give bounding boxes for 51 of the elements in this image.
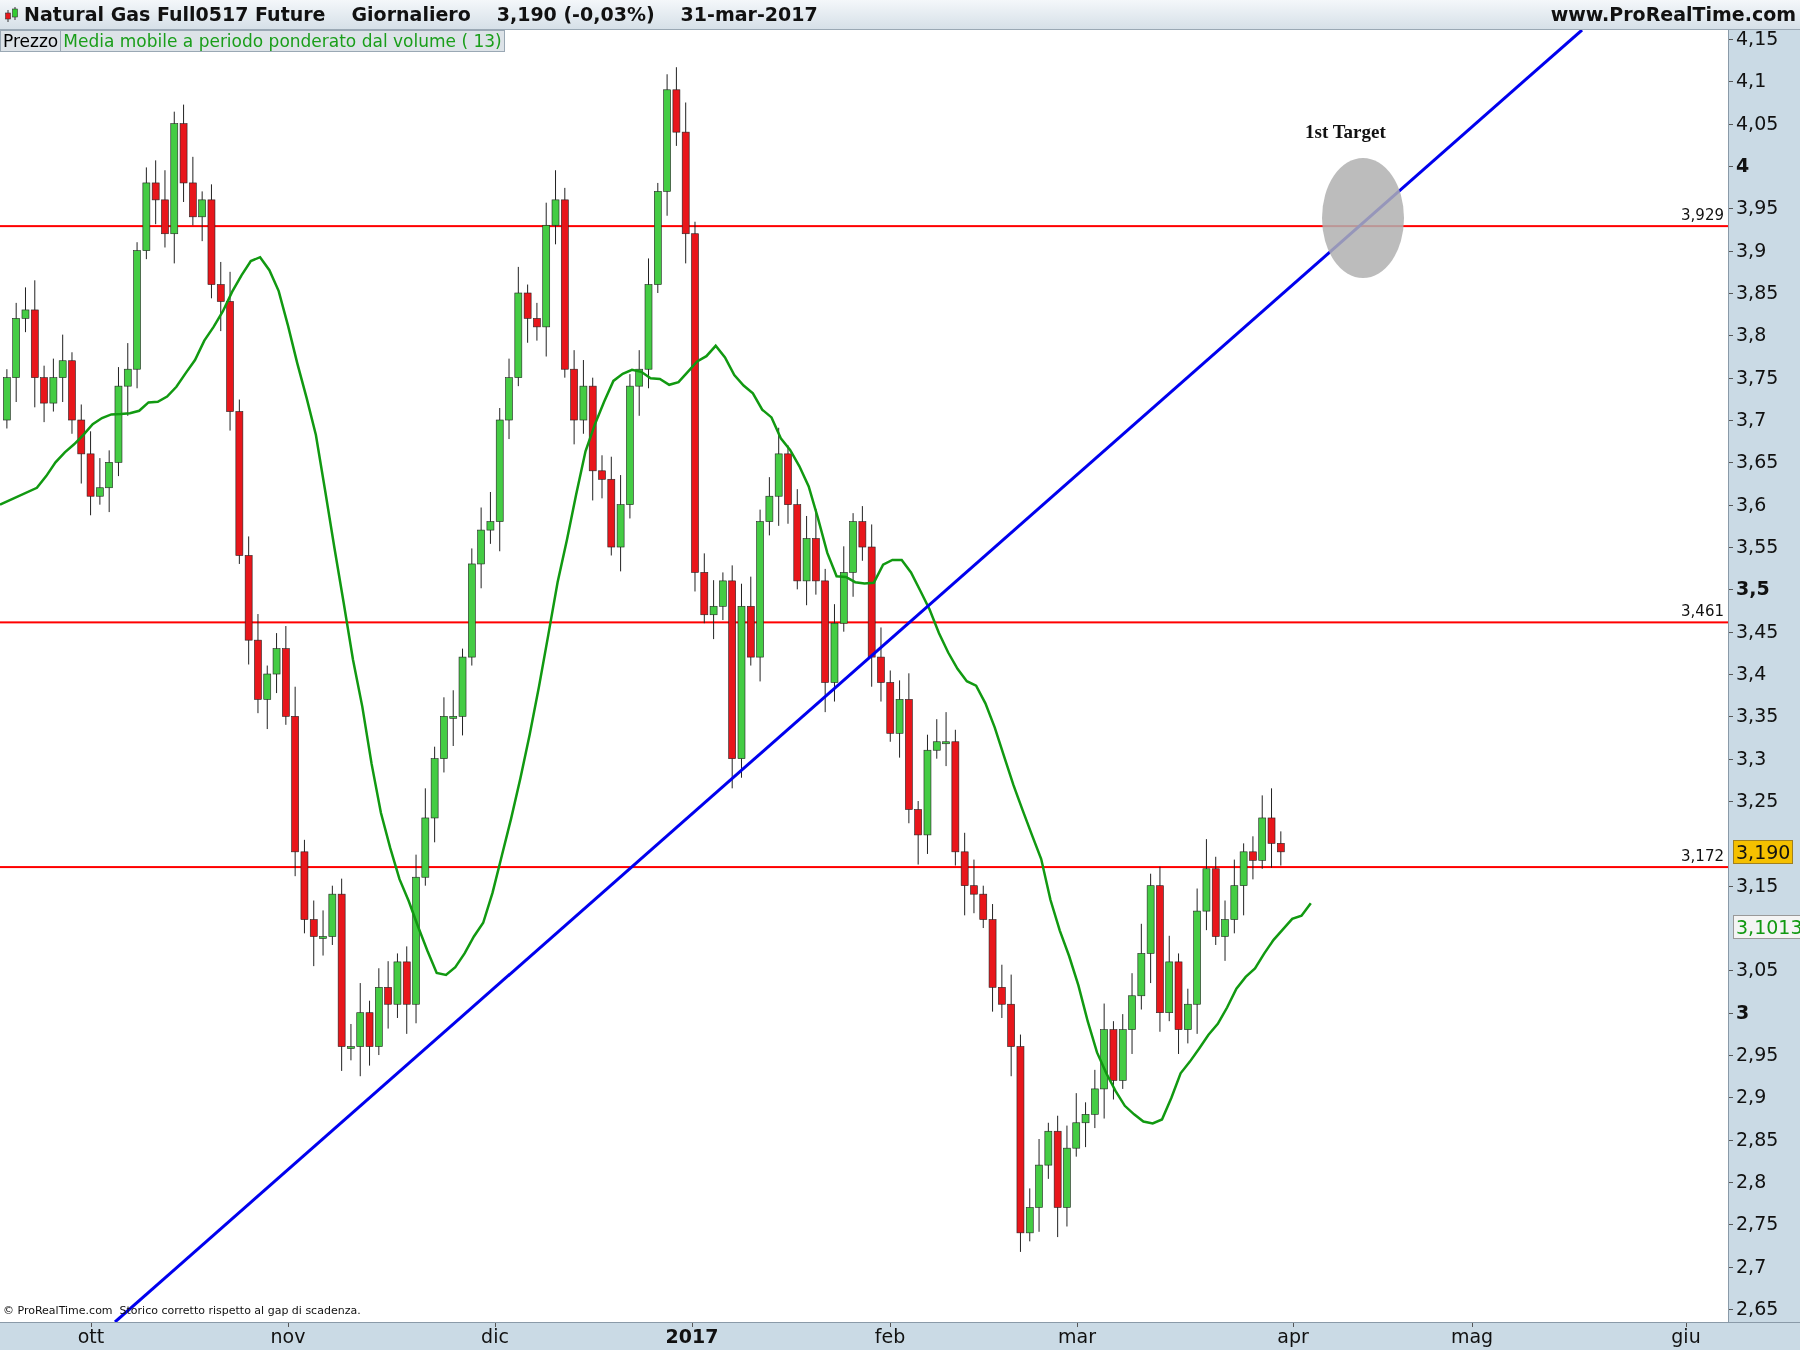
axis-tick-label: 3,35	[1736, 706, 1779, 726]
level-value: 3,461	[1681, 604, 1724, 620]
axis-date-label: feb	[874, 1327, 906, 1346]
axis-tick-label: 3,65	[1736, 452, 1779, 472]
axis-date-label: 2017	[665, 1327, 719, 1346]
axis-tick-label: 3,4	[1736, 664, 1767, 683]
axis-tick-label: 4,15	[1736, 29, 1779, 48]
axis-tick-label: 3,85	[1736, 283, 1779, 302]
level-value: 3,172	[1681, 849, 1724, 865]
axis-tick-label: 4	[1736, 156, 1750, 175]
chart-date: 31-mar-2017	[680, 2, 818, 28]
axis-date-label: nov	[270, 1327, 306, 1346]
axis-tick-label: 3,15	[1736, 875, 1779, 895]
axis-tick-label: 3,55	[1736, 537, 1779, 556]
level-value: 3,929	[1681, 208, 1724, 224]
axis-tick-label: 3,7	[1736, 410, 1767, 429]
axis-tick-label: 4,05	[1736, 113, 1779, 133]
axis-tick-label: 2,7	[1736, 1256, 1767, 1276]
axis-tick-label: 3,45	[1736, 621, 1779, 641]
axis-tick-label: 3	[1736, 1002, 1750, 1022]
axis-tick-label: 3,5	[1736, 579, 1770, 599]
last-price-badge: 3,190	[1733, 839, 1794, 864]
axis-tick-label: 3,9	[1736, 240, 1767, 260]
target-annotation: 1st Target	[1305, 120, 1386, 144]
candlestick-icon	[4, 5, 20, 24]
axis-tick-label: 3,05	[1736, 960, 1779, 980]
axis-tick-label: 3,6	[1736, 494, 1767, 514]
axis-tick-label: 2,65	[1736, 1299, 1779, 1319]
axis-tick-label: 4,1	[1736, 71, 1767, 91]
axis-tick-label: 2,9	[1736, 1087, 1767, 1107]
axis-tick-label: 3,25	[1736, 791, 1779, 810]
site-address: www.ProRealTime.com	[1550, 2, 1796, 28]
axis-tick-label: 2,75	[1736, 1214, 1779, 1234]
axis-tick-label: 3,3	[1736, 748, 1767, 768]
axis-tick-label: 3,8	[1736, 325, 1767, 345]
last-price: 3,190 (-0,03%)	[496, 2, 655, 28]
chart-period: Giornaliero	[351, 2, 471, 28]
axis-tick-label: 3,75	[1736, 367, 1779, 387]
axis-date-label: apr	[1277, 1327, 1309, 1346]
instrument-name: Natural Gas Full0517 Future	[24, 2, 326, 28]
price-legend: Prezzo	[1, 31, 61, 51]
axis-tick-label: 3,95	[1736, 198, 1779, 218]
axis-date-label: mar	[1058, 1327, 1096, 1346]
axis-tick-label: 2,95	[1736, 1045, 1779, 1065]
axis-date-label: mag	[1450, 1327, 1494, 1346]
axis-date-label: ott	[77, 1327, 105, 1346]
axis-tick-label: 2,8	[1736, 1172, 1767, 1192]
axis-date-label: giu	[1671, 1327, 1701, 1346]
indicator-legend: Media mobile a periodo ponderato dal volume ( 13)	[60, 31, 504, 51]
axis-date-label: dic	[481, 1327, 509, 1346]
axis-tick-label: 2,85	[1736, 1129, 1779, 1149]
